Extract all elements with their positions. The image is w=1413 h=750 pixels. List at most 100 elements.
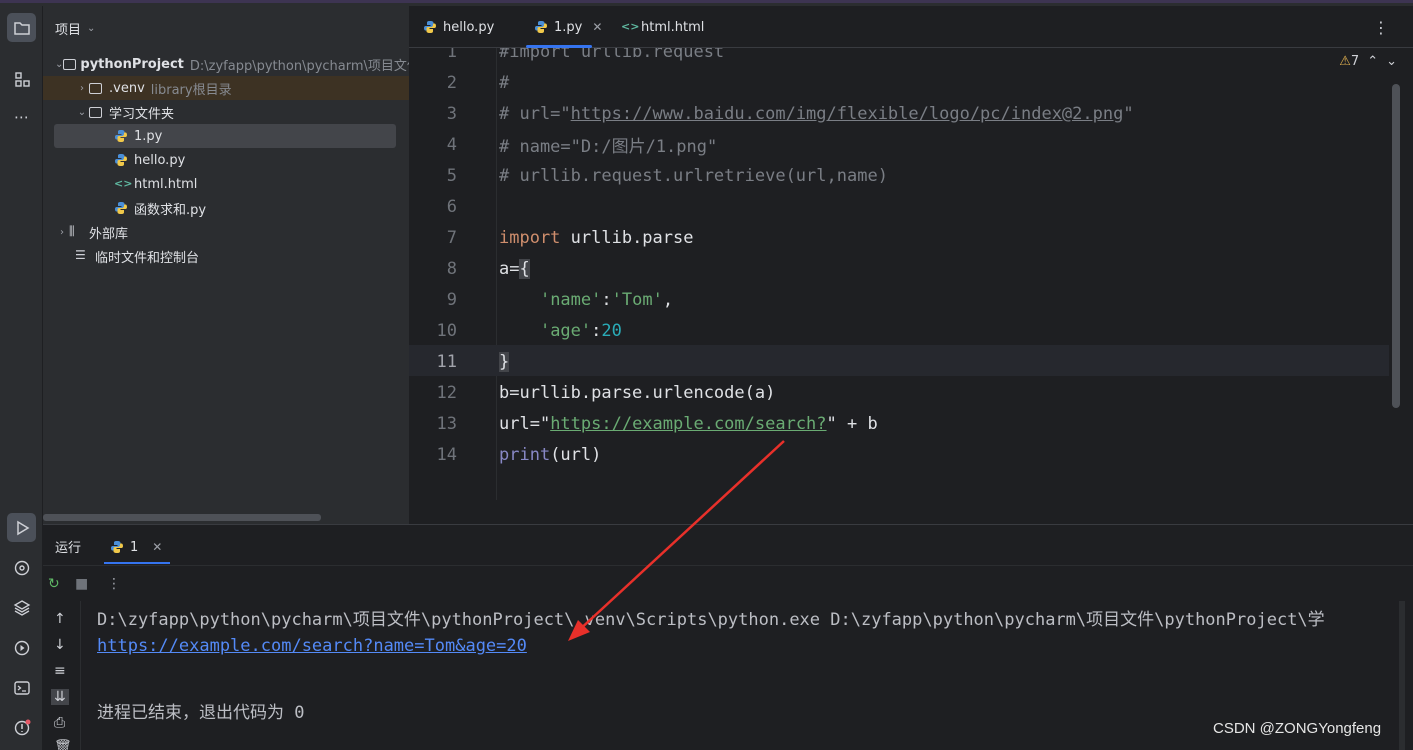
brace: { (519, 258, 530, 279)
tree-item-sum-function[interactable]: 函数求和.py (43, 196, 409, 220)
print-icon[interactable]: ⎙ (54, 715, 65, 731)
project-folder-icon[interactable] (7, 13, 36, 42)
chevron-down-icon: ⌄ (77, 106, 87, 118)
close-icon[interactable]: ✕ (592, 20, 602, 34)
project-header-label: 项目 (55, 22, 82, 38)
chevron-down-icon[interactable]: ⌄ (1386, 54, 1397, 69)
line-number: 6 (446, 196, 457, 217)
scroll-to-end-icon[interactable]: ⇊ (51, 689, 69, 705)
chevron-down-icon: ⌄ (55, 58, 64, 70)
tree-item-hellopy[interactable]: hello.py (43, 148, 409, 172)
problems-icon[interactable] (7, 713, 36, 742)
arrow-down-icon[interactable]: ↓ (54, 637, 66, 653)
line-number: 3 (446, 103, 457, 124)
tab-hello-py[interactable]: hello.py (423, 6, 494, 48)
more-options-icon[interactable]: ⋮ (1373, 18, 1389, 37)
rerun-icon[interactable]: ↻ (48, 576, 60, 592)
more-tools-icon[interactable]: ⋯ (7, 102, 36, 131)
tree-item-venv[interactable]: › .venv library根目录 (43, 76, 409, 100)
chevron-right-icon: › (60, 226, 64, 238)
console-scrollbar[interactable] (1399, 601, 1405, 750)
code-text: url=" (499, 413, 551, 434)
string-value: 'Tom' (611, 289, 663, 310)
tree-item-1py[interactable]: 1.py (54, 124, 396, 148)
code-text: #import urllib.request (499, 48, 725, 62)
project-header[interactable]: 项目 ⌄ (55, 18, 95, 38)
builtin-function: print (499, 444, 551, 465)
panel-divider (409, 500, 1413, 524)
line-number: 13 (436, 413, 457, 434)
tree-item-study-folder[interactable]: ⌄ 学习文件夹 (43, 100, 409, 124)
line-number: 4 (446, 134, 457, 155)
line-number: 14 (436, 444, 457, 465)
code-line-2: 2 # (409, 67, 510, 98)
tree-item-label: 临时文件和控制台 (95, 250, 200, 266)
tree-item-note: library根目录 (150, 82, 232, 98)
tree-item-label: pythonProject (80, 56, 184, 72)
string-url[interactable]: https://example.com/search? (550, 414, 826, 434)
tree-item-htmlhtml[interactable]: <> html.html (43, 172, 409, 196)
code-text: a= (499, 258, 520, 279)
tree-item-label: 学习文件夹 (109, 106, 175, 122)
code-text: , (662, 289, 674, 310)
folder-icon (89, 104, 105, 120)
line-number: 1 (446, 48, 457, 62)
horizontal-scrollbar[interactable] (43, 514, 321, 521)
keyword: import (499, 227, 561, 248)
code-text: b=urllib.parse.urlencode(a) (499, 382, 776, 403)
warning-icon: ⚠ (1339, 54, 1351, 69)
arrow-up-icon[interactable]: ↑ (54, 611, 66, 627)
vertical-scrollbar[interactable] (1392, 84, 1400, 408)
code-text: # name="D:/图片/1.png" (499, 137, 718, 157)
tree-item-external-libs[interactable]: › ⫼ 外部库 (43, 220, 409, 244)
tool-window-strip: ⋯ (0, 6, 43, 750)
tree-item-label: .venv (109, 80, 145, 96)
project-panel: 项目 ⌄ ⌄ pythonProject D:\zyfapp\python\py… (43, 6, 409, 524)
close-icon[interactable]: ✕ (152, 540, 162, 554)
tree-item-label: 1.py (134, 128, 163, 144)
console-output-link[interactable]: https://example.com/search?name=Tom&age=… (97, 636, 527, 656)
more-options-icon[interactable]: ⋮ (107, 576, 121, 592)
code-line-6: 6 (409, 191, 457, 222)
comment-url[interactable]: https://www.baidu.com/img/flexible/logo/… (571, 104, 1124, 124)
number-value: 20 (601, 320, 622, 341)
python-console-icon[interactable] (7, 553, 36, 582)
code-line-8: 8 a={ (409, 253, 530, 284)
tree-item-scratches[interactable]: ☰ 临时文件和控制台 (43, 244, 409, 268)
brace: } (499, 351, 510, 372)
html-file-icon: <> (621, 19, 640, 33)
code-line-9: 9 'name':'Tom', (409, 284, 673, 315)
tab-1-py[interactable]: 1.py ✕ (525, 6, 602, 48)
line-number: 7 (446, 227, 457, 248)
run-icon[interactable] (7, 513, 36, 542)
python-file-icon (114, 200, 130, 216)
tab-html-html[interactable]: <> html.html (621, 6, 704, 48)
tree-item-pythonproject[interactable]: ⌄ pythonProject D:\zyfapp\python\pycharm… (43, 52, 409, 76)
console-line: D:\zyfapp\python\pycharm\项目文件\pythonProj… (97, 610, 1325, 630)
folder-icon (63, 56, 77, 72)
code-editor[interactable]: 1 #import urllib.request 2 # 3 # url="ht… (409, 48, 1413, 500)
tree-item-label: html.html (134, 176, 198, 192)
code-line-3: 3 # url="https://www.baidu.com/img/flexi… (409, 98, 1134, 129)
code-line-13: 13 url="https://example.com/search?" + b (409, 408, 878, 439)
trash-icon[interactable]: 🗑 (54, 739, 72, 750)
code-text: urllib.parse (560, 227, 694, 248)
code-line-5: 5 # urllib.request.urlretrieve(url,name) (409, 160, 888, 191)
code-line-11: 11 } (409, 346, 510, 377)
stop-icon[interactable]: ■ (75, 576, 88, 592)
editor-tabs: hello.py 1.py ✕ <> html.html ⋮ (409, 6, 1413, 48)
chevron-up-icon[interactable]: ⌃ (1367, 54, 1378, 69)
code-text: : (591, 320, 602, 341)
inspection-widget[interactable]: ⚠7 ⌃ ⌄ (1339, 54, 1397, 69)
library-icon: ⫼ (69, 224, 75, 238)
code-text: : (601, 289, 612, 310)
services-icon[interactable] (7, 633, 36, 662)
current-line-highlight (409, 345, 1389, 376)
run-tab[interactable]: 1 ✕ (103, 530, 171, 564)
line-number: 2 (446, 72, 457, 93)
structure-icon[interactable] (7, 64, 36, 93)
layers-icon[interactable] (7, 593, 36, 622)
code-line-1: 1 #import urllib.request (409, 48, 724, 67)
terminal-icon[interactable] (7, 673, 36, 702)
soft-wrap-icon[interactable]: ≡ (54, 663, 66, 679)
